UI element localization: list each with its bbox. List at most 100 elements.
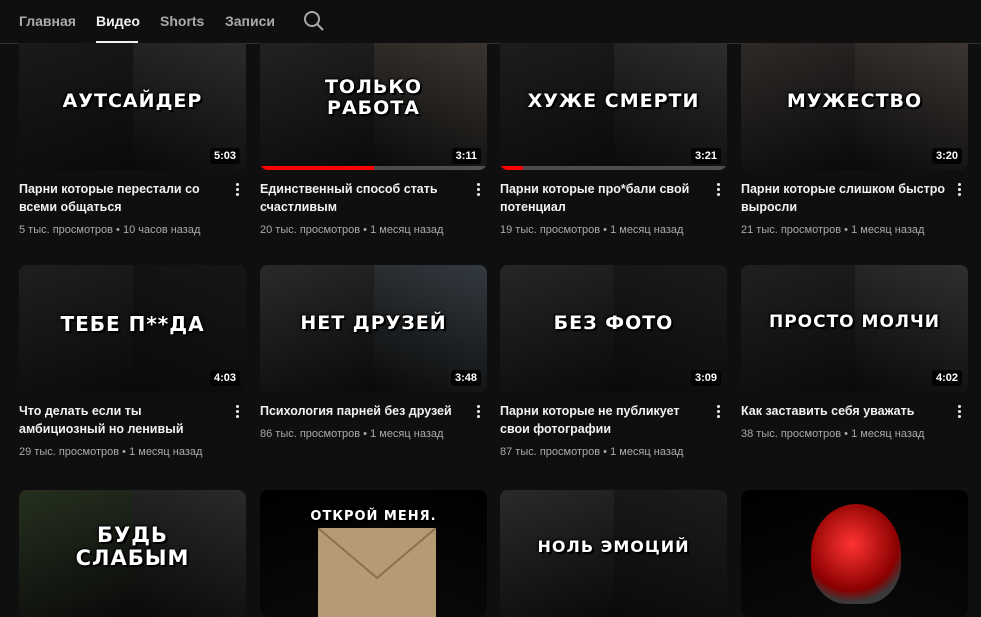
separator-dot: • xyxy=(112,224,123,236)
video-metadata: 86 тыс. просмотров • 1 месяц назад xyxy=(260,428,443,440)
publish-date: 1 месяц назад xyxy=(129,446,203,458)
view-count: 29 тыс. просмотров xyxy=(19,446,120,458)
video-card[interactable] xyxy=(741,490,968,617)
tab-videos[interactable]: Видео xyxy=(96,13,140,29)
video-card[interactable]: БУДЬ СЛАБЫМ xyxy=(19,490,246,617)
more-vert-icon xyxy=(716,183,720,186)
thumbnail-overlay-text: АУТСАЙДЕР xyxy=(62,90,203,112)
video-duration: 4:02 xyxy=(931,370,962,386)
video-duration: 3:21 xyxy=(690,148,721,164)
video-duration: 3:11 xyxy=(451,148,481,164)
more-vert-icon xyxy=(235,183,239,186)
video-metadata: 87 тыс. просмотров • 1 месяц назад xyxy=(500,446,683,458)
video-thumbnail[interactable]: НЕТ ДРУЗЕЙ 3:48 xyxy=(260,265,487,392)
video-thumbnail[interactable]: ОТКРОЙ МЕНЯ. xyxy=(260,490,487,617)
video-metadata: 5 тыс. просмотров • 10 часов назад xyxy=(19,224,200,236)
video-duration: 3:20 xyxy=(931,148,962,164)
view-count: 87 тыс. просмотров xyxy=(500,446,601,458)
video-duration: 3:48 xyxy=(450,370,481,386)
more-options-button[interactable] xyxy=(713,181,723,199)
more-options-button[interactable] xyxy=(713,403,723,421)
video-title[interactable]: Парни которые перестали со всеми общатьс… xyxy=(19,180,224,216)
more-options-button[interactable] xyxy=(232,403,242,421)
video-card[interactable]: МУЖЕСТВО 3:20 Парни которые слишком быстро… xyxy=(741,43,968,236)
view-count: 20 тыс. просмотров xyxy=(260,224,361,236)
video-title[interactable]: Парни которые про*бали свой потенциал xyxy=(500,180,705,216)
video-card[interactable]: БЕЗ ФОТО 3:09 Парни которые не публикует с… xyxy=(500,265,727,458)
video-thumbnail[interactable]: ТОЛЬКО РАБОТА 3:11 xyxy=(260,43,487,170)
publish-date: 1 месяц назад xyxy=(851,428,925,440)
video-card[interactable]: АУТСАЙДЕР 5:03 Парни которые перестали со … xyxy=(19,43,246,236)
video-title[interactable]: Парни которые слишком быстро выросли xyxy=(741,180,946,216)
watch-progress-track xyxy=(500,166,727,170)
video-metadata: 21 тыс. просмотров • 1 месяц назад xyxy=(741,224,924,236)
publish-date: 1 месяц назад xyxy=(610,446,684,458)
thumbnail-overlay-text: ОТКРОЙ МЕНЯ. xyxy=(310,509,437,524)
more-vert-icon xyxy=(235,405,239,408)
video-card[interactable]: ХУЖЕ СМЕРТИ 3:21 Парни которые про*бали св… xyxy=(500,43,727,236)
thumbnail-overlay-text: ТЕБЕ П**ДА xyxy=(60,312,205,336)
video-title[interactable]: Как заставить себя уважать xyxy=(741,402,946,420)
view-count: 19 тыс. просмотров xyxy=(500,224,601,236)
video-title[interactable]: Психология парней без друзей xyxy=(260,402,465,420)
watch-progress-bar xyxy=(500,166,523,170)
video-thumbnail[interactable]: ТЕБЕ П**ДА 4:03 xyxy=(19,265,246,392)
tab-posts[interactable]: Записи xyxy=(225,13,275,29)
search-button[interactable] xyxy=(303,10,325,32)
thumbnail-overlay-text: БЕЗ ФОТО xyxy=(553,312,674,334)
thumbnail-overlay-text: ПРОСТО МОЛЧИ xyxy=(768,312,941,332)
video-thumbnail[interactable]: АУТСАЙДЕР 5:03 xyxy=(19,43,246,170)
video-metadata: 19 тыс. просмотров • 1 месяц назад xyxy=(500,224,683,236)
video-metadata: 38 тыс. просмотров • 1 месяц назад xyxy=(741,428,924,440)
video-card[interactable]: НОЛЬ ЭМОЦИЙ xyxy=(500,490,727,617)
more-vert-icon xyxy=(957,183,961,186)
video-title[interactable]: Единственный способ стать счастливым xyxy=(260,180,465,216)
separator-dot: • xyxy=(360,428,371,440)
video-duration: 3:09 xyxy=(690,370,721,386)
more-vert-icon xyxy=(957,405,961,408)
tab-home[interactable]: Главная xyxy=(19,13,76,29)
separator-dot: • xyxy=(119,446,130,458)
video-duration: 5:03 xyxy=(209,148,240,164)
tab-shorts[interactable]: Shorts xyxy=(160,13,204,29)
video-card[interactable]: ПРОСТО МОЛЧИ 4:02 Как заставить себя уважа… xyxy=(741,265,968,440)
video-duration: 4:03 xyxy=(209,370,240,386)
view-count: 86 тыс. просмотров xyxy=(260,428,361,440)
more-options-button[interactable] xyxy=(232,181,242,199)
thumbnail-overlay-text: МУЖЕСТВО xyxy=(786,90,923,112)
video-card[interactable]: ТЕБЕ П**ДА 4:03 Что делать если ты амбицио… xyxy=(19,265,246,458)
separator-dot: • xyxy=(841,428,852,440)
video-thumbnail[interactable] xyxy=(741,490,968,617)
separator-dot: • xyxy=(841,224,852,236)
separator-dot: • xyxy=(600,224,611,236)
thumbnail-overlay-text: ТОЛЬКО РАБОТА xyxy=(324,76,423,119)
channel-tabs: Главная Видео Shorts Записи xyxy=(0,0,981,44)
video-thumbnail[interactable]: БЕЗ ФОТО 3:09 xyxy=(500,265,727,392)
video-thumbnail[interactable]: МУЖЕСТВО 3:20 xyxy=(741,43,968,170)
more-options-button[interactable] xyxy=(954,181,964,199)
more-vert-icon xyxy=(476,405,480,408)
thumbnail-overlay-text: НОЛЬ ЭМОЦИЙ xyxy=(537,537,690,556)
more-vert-icon xyxy=(716,405,720,408)
video-thumbnail[interactable]: БУДЬ СЛАБЫМ xyxy=(19,490,246,617)
thumbnail-overlay-text: НЕТ ДРУЗЕЙ xyxy=(300,312,447,334)
envelope-image xyxy=(317,527,437,617)
more-options-button[interactable] xyxy=(473,181,483,199)
video-thumbnail[interactable]: ХУЖЕ СМЕРТИ 3:21 xyxy=(500,43,727,170)
video-card[interactable]: ТОЛЬКО РАБОТА 3:11 Единственный способ ста… xyxy=(260,43,487,236)
publish-date: 1 месяц назад xyxy=(610,224,684,236)
thumbnail-overlay-text: ХУЖЕ СМЕРТИ xyxy=(527,90,700,112)
video-metadata: 20 тыс. просмотров • 1 месяц назад xyxy=(260,224,443,236)
publish-date: 10 часов назад xyxy=(122,224,201,236)
video-title[interactable]: Что делать если ты амбициозный но ленивы… xyxy=(19,402,224,438)
video-title[interactable]: Парни которые не публикует свои фотограф… xyxy=(500,402,705,438)
more-options-button[interactable] xyxy=(954,403,964,421)
view-count: 5 тыс. просмотров xyxy=(19,224,113,236)
video-card[interactable]: ОТКРОЙ МЕНЯ. xyxy=(260,490,487,617)
video-thumbnail[interactable]: ПРОСТО МОЛЧИ 4:02 xyxy=(741,265,968,392)
publish-date: 1 месяц назад xyxy=(851,224,925,236)
view-count: 21 тыс. просмотров xyxy=(741,224,842,236)
more-options-button[interactable] xyxy=(473,403,483,421)
video-card[interactable]: НЕТ ДРУЗЕЙ 3:48 Психология парней без друз… xyxy=(260,265,487,440)
video-thumbnail[interactable]: НОЛЬ ЭМОЦИЙ xyxy=(500,490,727,617)
